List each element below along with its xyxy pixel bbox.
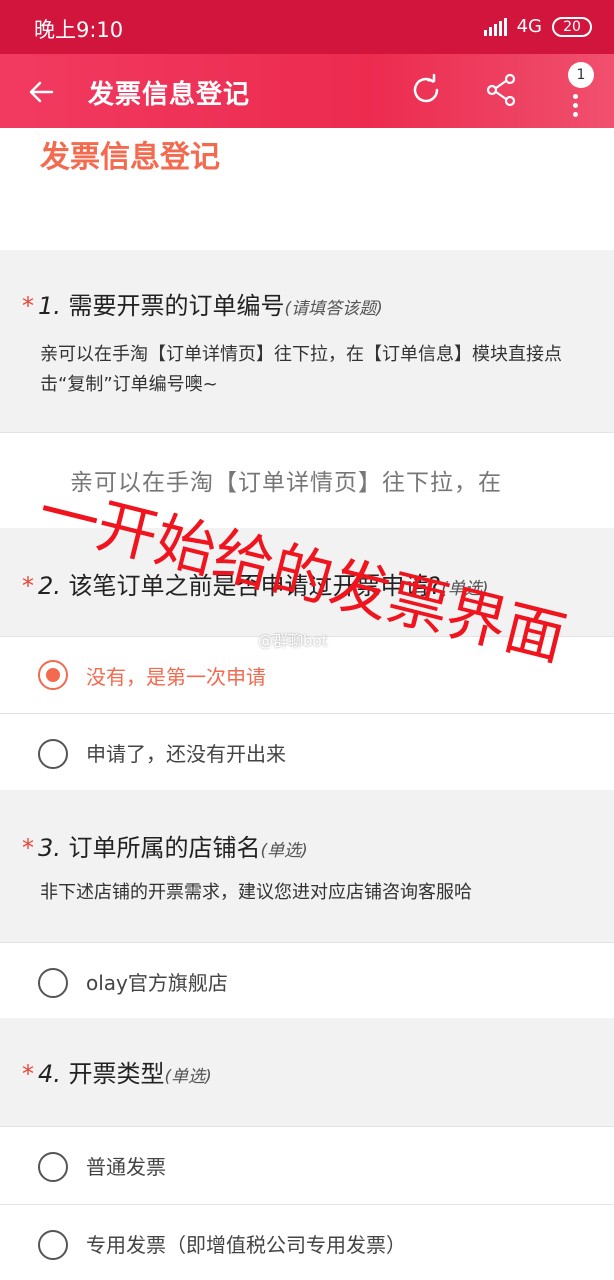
form-title: 发票信息登记 [40,140,220,175]
radio-unchecked[interactable] [38,1152,68,1182]
option-label: 申请了，还没有开出来 [86,742,286,766]
question-hint: (单选) [260,841,308,861]
form-header: 发票信息登记 [0,128,614,250]
option-label: olay官方旗舰店 [86,971,228,995]
question-text: 订单所属的店铺名 [68,834,261,862]
question-text: 需要开票的订单编号 [68,292,285,320]
app-bar: 发票信息登记 1 [0,54,614,128]
radio-checked[interactable] [38,660,68,690]
option-row[interactable]: 专用发票（即增值税公司专用发票） [0,1204,614,1280]
question-title: * 1. 需要开票的订单编号(请填答该题) [22,286,383,321]
signal-icon [483,17,507,36]
question-title: * 4. 开票类型(单选) [22,1054,212,1089]
notification-badge: 1 [568,62,594,88]
question-text: 开票类型 [68,1060,165,1088]
refresh-button[interactable] [406,70,446,110]
question-title: * 3. 订单所属的店铺名(单选) [22,828,308,863]
question-number: 3. [38,834,61,862]
question-4: * 4. 开票类型(单选) [0,1018,614,1126]
question-3: * 3. 订单所属的店铺名(单选) 非下述店铺的开票需求，建议您进对应店铺咨询客服… [0,790,614,942]
radio-unchecked[interactable] [38,739,68,769]
battery-icon: 20 [552,16,592,37]
question-description: 亲可以在手淘【订单详情页】往下拉，在【订单信息】模块直接点击“复制”订单编号噢~ [40,344,562,395]
more-menu-button[interactable]: 1 [556,62,600,122]
question-hint: (请填答该题) [284,299,383,319]
question-1: * 1. 需要开票的订单编号(请填答该题) 亲可以在手淘【订单详情页】往下拉，在【… [0,250,614,432]
more-vertical-icon [573,94,579,121]
question-number: 1. [38,292,61,320]
required-mark: * [22,1060,34,1088]
radio-unchecked[interactable] [38,1230,68,1260]
status-indicators: 4G 20 [483,16,592,37]
share-icon [486,73,516,107]
share-button[interactable] [482,70,522,110]
question-description: 非下述店铺的开票需求，建议您进对应店铺咨询客服哈 [40,882,472,903]
option-row[interactable]: 普通发票 [0,1126,614,1204]
refresh-icon [413,73,439,103]
required-mark: * [22,292,34,320]
back-button[interactable] [22,72,62,112]
radio-unchecked[interactable] [38,968,68,998]
watermark: @群聊bot [258,632,328,650]
question-number: 4. [38,1060,61,1088]
question-hint: (单选) [164,1067,212,1087]
status-time: 晚上9:10 [34,18,124,42]
app-bar-title: 发票信息登记 [88,80,251,110]
option-label: 专用发票（即增值税公司专用发票） [86,1233,406,1257]
option-label: 普通发票 [86,1155,166,1179]
arrow-left-icon [29,81,54,103]
status-bar: 晚上9:10 4G 20 [0,0,614,54]
option-row[interactable]: olay官方旗舰店 [0,942,614,1018]
network-type: 4G [516,16,542,37]
required-mark: * [22,834,34,862]
